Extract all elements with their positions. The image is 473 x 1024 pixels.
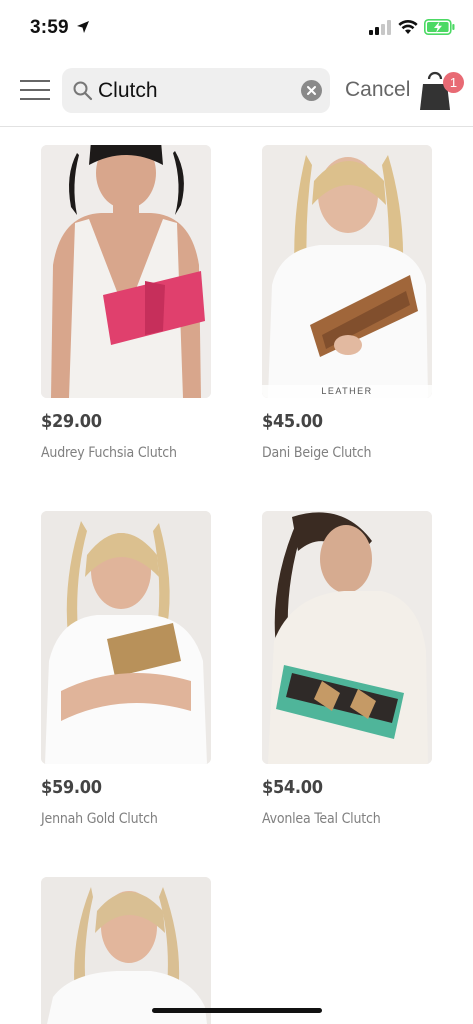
- product-name[interactable]: Jennah Gold Clutch: [41, 811, 158, 827]
- battery-charging-icon: [424, 19, 455, 35]
- wifi-icon: [398, 19, 418, 34]
- cellular-signal-icon: [369, 20, 391, 35]
- search-icon: [73, 81, 93, 101]
- product-name[interactable]: Audrey Fuchsia Clutch: [41, 445, 177, 461]
- cart-count-badge: 1: [443, 72, 464, 93]
- material-tag: LEATHER: [262, 385, 432, 398]
- menu-line: [20, 80, 50, 82]
- cancel-button[interactable]: Cancel: [345, 78, 410, 102]
- product-price: $29.00: [41, 411, 102, 432]
- menu-line: [20, 89, 50, 91]
- product-price: $54.00: [262, 777, 323, 798]
- location-arrow-icon: [77, 21, 89, 33]
- product-image[interactable]: LEATHER: [262, 145, 432, 398]
- screen: 3:59 Clutch Cancel 1 $29.00 Audrey Fuchs…: [0, 0, 473, 1024]
- menu-button[interactable]: [18, 77, 52, 103]
- product-price: $45.00: [262, 411, 323, 432]
- home-indicator[interactable]: [152, 1008, 322, 1013]
- product-image[interactable]: [41, 145, 211, 398]
- status-bar: 3:59: [0, 0, 473, 56]
- search-input[interactable]: [98, 74, 288, 107]
- product-name[interactable]: Avonlea Teal Clutch: [262, 811, 381, 827]
- search-box[interactable]: [62, 68, 330, 113]
- clear-search-button[interactable]: [301, 80, 322, 101]
- search-header: Cancel: [0, 56, 473, 127]
- product-name[interactable]: Dani Beige Clutch: [262, 445, 371, 461]
- product-price: $59.00: [41, 777, 102, 798]
- clear-x-icon: [307, 86, 316, 95]
- menu-line: [20, 98, 50, 100]
- product-image[interactable]: [41, 877, 211, 1024]
- product-image[interactable]: [262, 511, 432, 764]
- status-time: 3:59: [30, 17, 69, 38]
- product-image[interactable]: [41, 511, 211, 764]
